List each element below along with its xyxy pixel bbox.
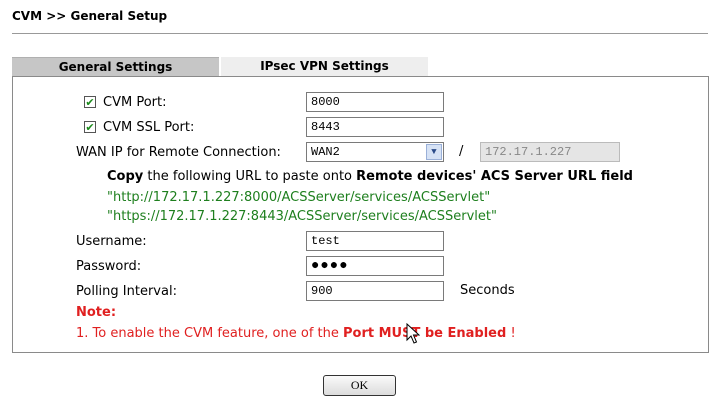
wan-ip-row: WAN IP for Remote Connection:: [76, 141, 281, 163]
http-acs-url: "http://172.17.1.227:8000/ACSServer/serv…: [107, 190, 491, 205]
page-title: CVM >> General Setup: [12, 9, 168, 23]
note-prefix: 1. To enable the CVM feature, one of the: [76, 326, 343, 341]
username-row: Username:: [76, 230, 147, 252]
tab-ipsec-vpn-settings[interactable]: IPsec VPN Settings: [221, 57, 428, 76]
cvm-port-checkbox[interactable]: ✔: [84, 96, 96, 108]
cvm-ssl-port-input[interactable]: 8443: [306, 117, 444, 137]
cvm-ssl-port-label: CVM SSL Port:: [103, 119, 195, 135]
checkmark-icon: ✔: [85, 120, 95, 134]
tab-general-settings[interactable]: General Settings: [12, 57, 219, 76]
copy-target-text: Remote devices' ACS Server URL field: [356, 169, 633, 184]
polling-interval-row: Polling Interval:: [76, 280, 177, 302]
checkmark-icon: ✔: [85, 95, 95, 109]
copy-middle-text: the following URL to paste onto: [143, 169, 357, 184]
note-emphasis: Port MUST be Enabled: [343, 326, 507, 341]
cvm-ssl-port-checkbox[interactable]: ✔: [84, 121, 96, 133]
wan-ip-select[interactable]: WAN2 ▼: [306, 142, 444, 162]
note-suffix: !: [506, 326, 516, 341]
dropdown-button[interactable]: ▼: [426, 144, 442, 160]
cvm-ssl-port-row: ✔ CVM SSL Port:: [84, 116, 194, 138]
https-acs-url: "https://172.17.1.227:8443/ACSServer/ser…: [107, 209, 497, 224]
ok-button[interactable]: OK: [323, 375, 396, 396]
title-divider: [12, 33, 708, 34]
password-row: Password:: [76, 255, 141, 277]
copy-word: Copy: [107, 169, 144, 184]
chevron-down-icon: ▼: [431, 147, 437, 157]
password-label: Password:: [76, 258, 142, 274]
polling-interval-label: Polling Interval:: [76, 283, 177, 299]
cvm-port-input[interactable]: 8000: [306, 92, 444, 112]
password-input[interactable]: ●●●●: [306, 256, 444, 276]
note-title: Note:: [76, 305, 117, 320]
username-label: Username:: [76, 233, 147, 249]
tab-bar: General Settings IPsec VPN Settings: [12, 57, 428, 76]
wan-ip-label: WAN IP for Remote Connection:: [76, 144, 281, 160]
wan-ip-address-input: 172.17.1.227: [480, 142, 620, 162]
username-input[interactable]: test: [306, 231, 444, 251]
wan-ip-selected-value: WAN2: [311, 145, 340, 159]
cvm-port-row: ✔ CVM Port:: [84, 91, 166, 113]
mouse-pointer-icon: [406, 323, 420, 344]
polling-interval-unit: Seconds: [460, 283, 515, 298]
ip-separator: /: [459, 144, 464, 159]
note-line: 1. To enable the CVM feature, one of the…: [76, 326, 516, 341]
polling-interval-input[interactable]: 900: [306, 281, 444, 301]
copy-instruction: Copy the following URL to paste onto Rem…: [107, 169, 633, 184]
cvm-port-label: CVM Port:: [103, 94, 167, 110]
